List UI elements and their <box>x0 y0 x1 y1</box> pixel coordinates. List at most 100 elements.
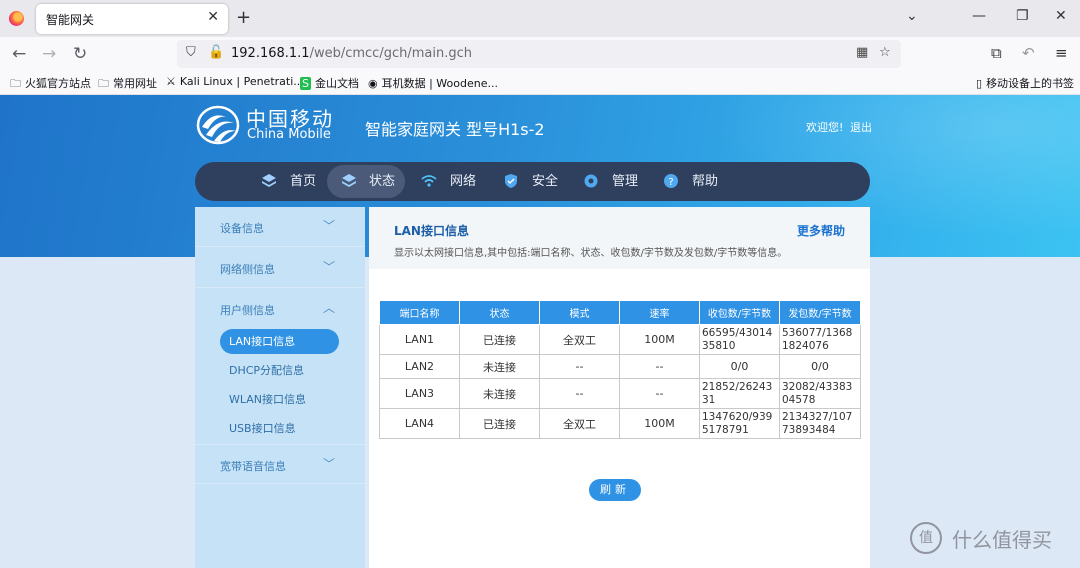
minimize-icon[interactable]: — <box>972 8 986 24</box>
sidebar-group-voice-info[interactable]: 宽带语音信息 ﹀ <box>195 444 365 484</box>
more-help-link[interactable]: 更多帮助 <box>797 222 845 239</box>
chevron-down-icon: ﹀ <box>322 219 335 233</box>
welcome-text: 欢迎您! <box>806 121 844 134</box>
gateway-title: 智能家庭网关 型号H1s-2 <box>365 120 545 139</box>
address-bar[interactable]: ⛉ 🔓 192.168.1.1/web/cmcc/gch/main.gch ▦ … <box>177 40 901 68</box>
port-name: LAN2 <box>379 354 460 379</box>
column-header: 速率 <box>619 300 700 325</box>
nav-status[interactable]: 状态 <box>327 165 405 198</box>
bookmark-item[interactable]: 🗀 火狐官方站点 <box>10 75 91 94</box>
headphone-icon: ◉ <box>368 77 378 90</box>
sidebar-item-dhcp-info[interactable]: DHCP分配信息 <box>220 358 304 383</box>
bookmark-item[interactable]: ◉ 耳机数据 | Woodene... <box>368 75 498 91</box>
main-nav: 首页 状态 网络 安全 管理 ? 帮助 <box>195 162 870 201</box>
menu-icon[interactable]: ≡ <box>1055 44 1068 62</box>
port-mode: 全双工 <box>539 324 620 355</box>
port-name: LAN1 <box>379 324 460 355</box>
watermark-text: 什么值得买 <box>952 528 1052 552</box>
undo-icon[interactable]: ↶ <box>1022 44 1035 62</box>
column-header: 状态 <box>459 300 540 325</box>
content-header: LAN接口信息 更多帮助 显示以太网接口信息,其中包括:端口名称、状态、收包数/… <box>369 207 870 269</box>
lan-table: 端口名称 状态 模式 速率 收包数/字节数 发包数/字节数 LAN1 已连接 全… <box>379 300 861 439</box>
svg-text:?: ? <box>668 177 673 188</box>
smzdm-logo-icon: 值 <box>910 522 942 554</box>
nav-network[interactable]: 网络 <box>419 162 479 201</box>
tx-packets-bytes: 2134327/10773893484 <box>779 408 861 439</box>
sidebar-item-usb-info[interactable]: USB接口信息 <box>220 416 296 441</box>
sidebar-group-network-info[interactable]: 网络侧信息 ﹀ <box>195 248 365 288</box>
browser-navbar: ← → ↻ ⛉ 🔓 192.168.1.1/web/cmcc/gch/main.… <box>0 37 1080 71</box>
bookmark-item[interactable]: S 金山文档 <box>300 75 359 91</box>
port-speed: -- <box>619 354 700 379</box>
refresh-button[interactable]: 刷新 <box>589 479 641 501</box>
new-tab-icon[interactable]: + <box>236 7 251 28</box>
content-panel: LAN接口信息 更多帮助 显示以太网接口信息,其中包括:端口名称、状态、收包数/… <box>369 207 870 568</box>
wifi-icon <box>421 175 437 187</box>
router-page: 中国移动 China Mobile 智能家庭网关 型号H1s-2 欢迎您! 退出… <box>0 95 1080 568</box>
column-header: 发包数/字节数 <box>779 300 861 325</box>
port-status: 已连接 <box>459 408 540 439</box>
port-status: 未连接 <box>459 378 540 409</box>
port-mode: 全双工 <box>539 408 620 439</box>
mobile-bookmarks[interactable]: ▯ 移动设备上的书签 <box>976 75 1074 91</box>
bookmark-item[interactable]: 🗀 常用网址 <box>98 75 157 94</box>
close-tab-icon[interactable]: ✕ <box>207 9 219 25</box>
table-row: LAN2 未连接 -- -- 0/0 0/0 <box>379 354 861 379</box>
port-speed: -- <box>619 378 700 409</box>
forward-icon[interactable]: → <box>42 44 56 64</box>
nav-manage[interactable]: 管理 <box>581 162 641 201</box>
column-header: 端口名称 <box>379 300 460 325</box>
bookmark-item[interactable]: ⚔ Kali Linux | Penetrati... <box>166 75 304 88</box>
insecure-lock-icon[interactable]: 🔓 <box>208 45 224 60</box>
nav-home[interactable]: 首页 <box>259 162 319 201</box>
sidebar: 设备信息 ﹀ 网络侧信息 ﹀ 用户侧信息 ︿ LAN接口信息 DHCP分配信息 … <box>195 207 365 568</box>
kingsoft-docs-icon: S <box>300 77 311 90</box>
logout-link[interactable]: 退出 <box>850 119 872 135</box>
tx-packets-bytes: 536077/13681824076 <box>779 324 861 355</box>
gear-icon <box>584 174 598 188</box>
browser-tab[interactable]: 智能网关 ✕ <box>36 4 228 34</box>
port-speed: 100M <box>619 408 700 439</box>
table-header-row: 端口名称 状态 模式 速率 收包数/字节数 发包数/字节数 <box>379 300 861 325</box>
mobile-icon: ▯ <box>976 77 983 90</box>
sidebar-group-device-info[interactable]: 设备信息 ﹀ <box>195 207 365 247</box>
bookmark-star-icon[interactable]: ☆ <box>879 45 891 60</box>
tx-packets-bytes: 32082/4338304578 <box>779 378 861 409</box>
nav-help[interactable]: ? 帮助 <box>661 162 721 201</box>
reload-icon[interactable]: ↻ <box>73 44 87 64</box>
shield-icon[interactable]: ⛉ <box>186 45 196 60</box>
crop-icon[interactable]: ⧉ <box>991 44 1002 62</box>
close-window-icon[interactable]: ✕ <box>1055 8 1067 24</box>
table-row: LAN1 已连接 全双工 100M 66595/4301435810 53607… <box>379 324 861 355</box>
tab-list-icon[interactable]: ⌄ <box>906 8 918 24</box>
port-status: 未连接 <box>459 354 540 379</box>
back-icon[interactable]: ← <box>12 44 26 64</box>
sidebar-item-wlan-info[interactable]: WLAN接口信息 <box>220 387 306 412</box>
port-status: 已连接 <box>459 324 540 355</box>
rx-packets-bytes: 0/0 <box>699 354 780 379</box>
port-name: LAN3 <box>379 378 460 409</box>
tab-title: 智能网关 <box>46 13 95 27</box>
page-description: 显示以太网接口信息,其中包括:端口名称、状态、收包数/字节数及发包数/字节数等信… <box>394 248 788 259</box>
table-row: LAN4 已连接 全双工 100M 1347620/9395178791 213… <box>379 408 861 439</box>
folder-icon: 🗀 <box>10 77 21 90</box>
restore-icon[interactable]: ❐ <box>1016 8 1029 24</box>
port-speed: 100M <box>619 324 700 355</box>
url-text[interactable]: 192.168.1.1/web/cmcc/gch/main.gch <box>231 46 472 61</box>
column-header: 模式 <box>539 300 620 325</box>
rx-packets-bytes: 21852/2624331 <box>699 378 780 409</box>
port-mode: -- <box>539 378 620 409</box>
layers-icon <box>262 174 276 187</box>
page-title: LAN接口信息 <box>394 224 469 238</box>
rx-packets-bytes: 66595/4301435810 <box>699 324 780 355</box>
firefox-icon[interactable] <box>9 11 24 26</box>
sidebar-group-user-info[interactable]: 用户侧信息 ︿ <box>195 289 365 329</box>
chevron-up-icon: ︿ <box>322 301 335 315</box>
sidebar-item-lan-info[interactable]: LAN接口信息 <box>220 329 339 354</box>
qr-code-icon[interactable]: ▦ <box>856 45 868 60</box>
kali-icon: ⚔ <box>166 75 176 88</box>
nav-security[interactable]: 安全 <box>501 162 561 201</box>
chevron-down-icon: ﹀ <box>322 260 335 274</box>
bookmarks-bar: 🗀 火狐官方站点 🗀 常用网址 ⚔ Kali Linux | Penetrati...… <box>0 71 1080 95</box>
column-header: 收包数/字节数 <box>699 300 780 325</box>
